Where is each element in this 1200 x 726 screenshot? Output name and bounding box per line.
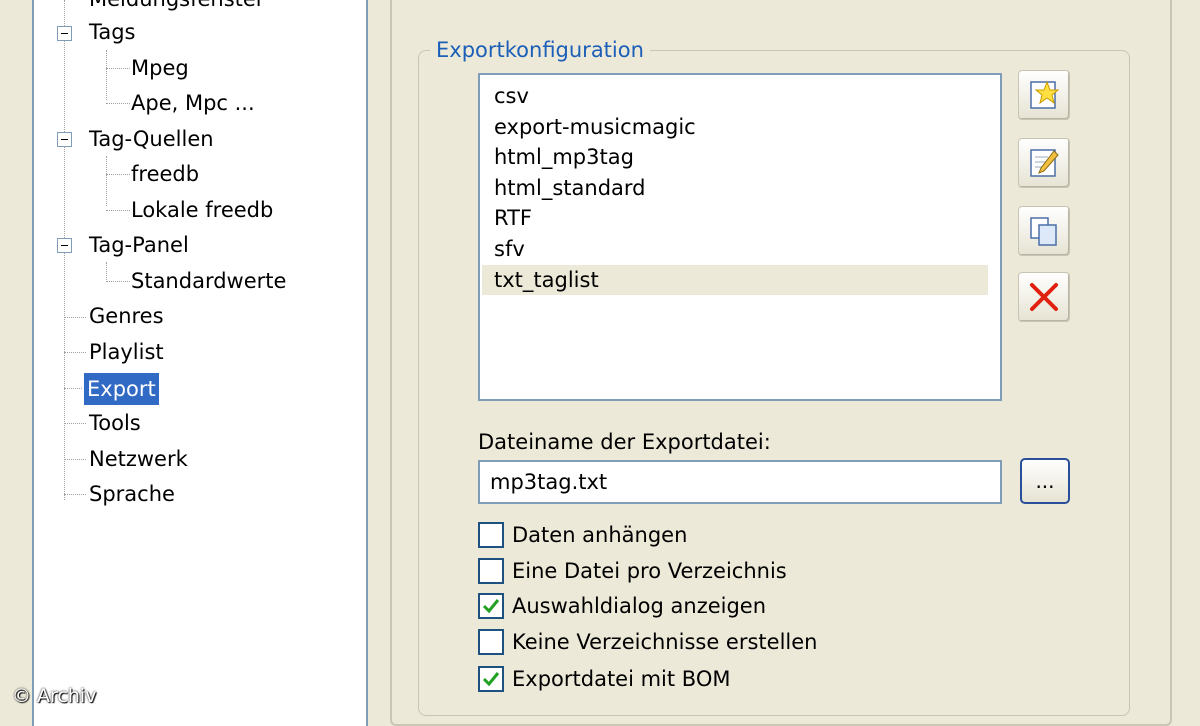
group-title: Exportkonfiguration (430, 36, 650, 64)
tree-guide-line (106, 156, 107, 206)
edit-config-button[interactable] (1018, 138, 1070, 188)
checkmark-icon (482, 599, 500, 614)
tree-item-meldungsfenster[interactable]: Meldungsfenster (86, 0, 267, 14)
tree-collapse-icon[interactable] (57, 238, 72, 253)
checkmark-icon (482, 672, 500, 687)
checkbox-checked[interactable] (478, 666, 504, 692)
tree-item-genres[interactable]: Genres (86, 303, 167, 331)
list-item[interactable]: html_mp3tag (492, 142, 1000, 172)
delete-x-icon (1030, 283, 1058, 311)
option-label: Exportdatei mit BOM (512, 667, 731, 691)
settings-tree[interactable]: Meldungsfenster Tags Mpeg Ape, Mpc ... T… (32, 0, 368, 726)
tree-connector (64, 317, 86, 318)
tree-connector (64, 388, 82, 389)
copyright-watermark: © Archiv (12, 685, 97, 707)
tree-guide-line (106, 262, 107, 282)
tree-connector (106, 174, 130, 175)
filename-input[interactable] (478, 460, 1002, 504)
tree-guide-line (106, 50, 107, 100)
list-item[interactable]: sfv (492, 234, 1000, 264)
tree-item-export[interactable]: Export (84, 373, 159, 405)
option-label: Daten anhängen (512, 523, 688, 547)
list-item[interactable]: csv (492, 81, 1000, 111)
tree-item-tools[interactable]: Tools (86, 410, 144, 438)
list-item[interactable]: html_standard (492, 173, 1000, 203)
tree-item-ape-mpc[interactable]: Ape, Mpc ... (128, 90, 258, 118)
tree-item-mpeg[interactable]: Mpeg (128, 55, 192, 83)
tree-item-netzwerk[interactable]: Netzwerk (86, 446, 191, 474)
tree-item-tags[interactable]: Tags (86, 19, 139, 47)
checkbox-checked[interactable] (478, 593, 504, 619)
tree-connector (106, 68, 130, 69)
option-label: Keine Verzeichnisse erstellen (512, 630, 818, 654)
tree-connector (106, 210, 130, 211)
option-label: Auswahldialog anzeigen (512, 594, 767, 618)
browse-button[interactable]: ... (1020, 458, 1070, 504)
tree-collapse-icon[interactable] (57, 26, 72, 41)
star-new-icon (1030, 80, 1060, 109)
tree-collapse-icon[interactable] (57, 132, 72, 147)
tree-item-tag-panel[interactable]: Tag-Panel (86, 232, 192, 260)
tree-item-playlist[interactable]: Playlist (86, 339, 167, 367)
tree-item-freedb[interactable]: freedb (128, 161, 202, 189)
tree-connector (64, 459, 86, 460)
tree-item-sprache[interactable]: Sprache (86, 481, 178, 509)
list-item[interactable]: RTF (492, 203, 1000, 233)
option-label: Eine Datei pro Verzeichnis (512, 559, 787, 583)
tree-connector (64, 423, 86, 424)
copy-icon (1030, 217, 1057, 246)
tree-item-lokale-freedb[interactable]: Lokale freedb (128, 197, 276, 225)
filename-label: Dateiname der Exportdatei: (478, 430, 771, 454)
checkbox[interactable] (478, 558, 504, 584)
tree-connector (106, 281, 130, 282)
tree-connector (64, 352, 86, 353)
delete-config-button[interactable] (1018, 272, 1070, 322)
window-edge (0, 0, 32, 720)
checkbox[interactable] (478, 629, 504, 655)
tree-item-tag-quellen[interactable]: Tag-Quellen (86, 126, 217, 154)
list-item-selected[interactable]: txt_taglist (482, 265, 988, 295)
new-config-button[interactable] (1018, 70, 1070, 120)
tree-connector (106, 103, 130, 104)
tree-item-standardwerte[interactable]: Standardwerte (128, 268, 289, 296)
export-config-list[interactable]: csv export-musicmagic html_mp3tag html_s… (478, 73, 1002, 401)
copy-config-button[interactable] (1018, 206, 1070, 256)
list-item[interactable]: export-musicmagic (492, 112, 1000, 142)
tree-connector (64, 494, 86, 495)
checkbox[interactable] (478, 522, 504, 548)
edit-icon (1030, 149, 1059, 177)
